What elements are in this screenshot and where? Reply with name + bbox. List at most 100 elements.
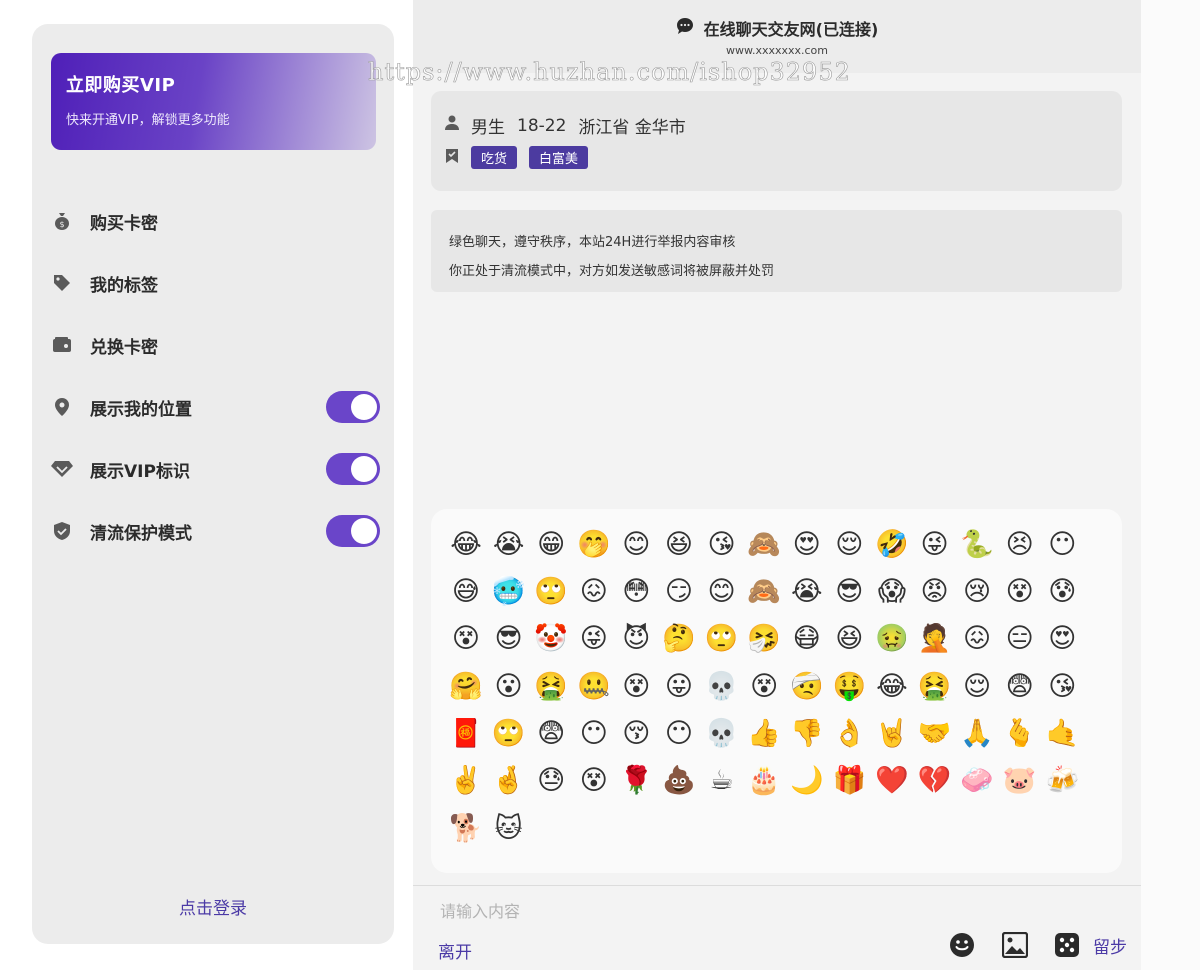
- emoji-item[interactable]: 🤡: [534, 622, 568, 656]
- emoji-item[interactable]: 🤔: [662, 622, 696, 656]
- emoji-item[interactable]: 🙈: [747, 527, 781, 561]
- emoji-item[interactable]: 😛: [662, 669, 696, 703]
- emoji-item[interactable]: 😏: [662, 574, 696, 608]
- emoji-item[interactable]: 🍻: [1045, 764, 1080, 798]
- emoji-item[interactable]: 😭: [492, 527, 526, 561]
- emoji-item[interactable]: 😌: [832, 527, 866, 561]
- emoji-item[interactable]: 😷: [790, 622, 824, 656]
- emoji-item[interactable]: 😖: [960, 622, 994, 656]
- show-vip-badge-toggle[interactable]: [326, 453, 380, 485]
- emoji-item[interactable]: 😮: [492, 669, 526, 703]
- emoji-item[interactable]: 👎: [790, 717, 824, 751]
- emoji-item[interactable]: 🤢: [875, 622, 909, 656]
- emoji-item[interactable]: ❤️: [875, 764, 909, 798]
- emoji-item[interactable]: 😊: [705, 574, 739, 608]
- emoji-item[interactable]: 🧼: [960, 764, 994, 798]
- emoji-item[interactable]: 👌: [832, 717, 867, 751]
- emoji-item[interactable]: 🤦: [918, 622, 952, 656]
- emoji-item[interactable]: 🐱: [492, 811, 526, 845]
- emoji-item[interactable]: 🤘: [875, 717, 909, 751]
- emoji-item[interactable]: 🤮: [534, 669, 568, 703]
- emoji-item[interactable]: 🌙: [790, 764, 824, 798]
- emoji-item[interactable]: ☕: [705, 764, 739, 798]
- menu-item-redeem-card[interactable]: 兑换卡密: [50, 314, 380, 376]
- emoji-item[interactable]: 💀: [705, 669, 739, 703]
- emoji-item[interactable]: 😜: [577, 622, 611, 656]
- emoji-item[interactable]: 😶: [1045, 527, 1079, 561]
- emoji-item[interactable]: 😍: [790, 527, 824, 561]
- clean-mode-toggle[interactable]: [326, 515, 380, 547]
- emoji-item[interactable]: 😎: [492, 622, 526, 656]
- emoji-item[interactable]: 🤑: [832, 669, 867, 703]
- emoji-item[interactable]: 😍: [1045, 622, 1079, 656]
- emoji-item[interactable]: 😢: [960, 574, 994, 608]
- emoji-item[interactable]: 🤞: [492, 764, 526, 798]
- emoji-item[interactable]: 😱: [875, 574, 909, 608]
- emoji-item[interactable]: 😵: [747, 669, 781, 703]
- stay-button[interactable]: 留步: [1093, 933, 1127, 958]
- emoji-item[interactable]: 🙏: [960, 717, 994, 751]
- emoji-item[interactable]: 🌹: [619, 764, 654, 798]
- emoji-item[interactable]: 😨: [1003, 669, 1037, 703]
- image-upload-icon[interactable]: [1001, 931, 1029, 959]
- emoji-item[interactable]: 👍: [747, 717, 781, 751]
- login-link[interactable]: 点击登录: [32, 894, 394, 919]
- emoji-item[interactable]: 💩: [662, 764, 696, 798]
- emoji-item[interactable]: 🐷: [1003, 764, 1037, 798]
- emoji-item[interactable]: 😈: [619, 622, 653, 656]
- emoji-item[interactable]: 😵: [449, 622, 483, 656]
- buy-vip-card[interactable]: 立即购买VIP 快来开通VIP，解锁更多功能: [51, 53, 376, 150]
- emoji-item[interactable]: 🐍: [960, 527, 994, 561]
- emoji-item[interactable]: 🤕: [790, 669, 824, 703]
- emoji-item[interactable]: 😓: [534, 764, 568, 798]
- menu-item-my-tags[interactable]: 我的标签: [50, 252, 380, 314]
- emoji-item[interactable]: 🎁: [832, 764, 867, 798]
- emoji-item[interactable]: 😰: [1045, 574, 1079, 608]
- emoji-item[interactable]: 🤝: [918, 717, 952, 751]
- dice-icon[interactable]: [1054, 932, 1080, 958]
- emoji-item[interactable]: 🙄: [705, 622, 739, 656]
- emoji-item[interactable]: 😡: [918, 574, 952, 608]
- emoji-item[interactable]: 🧧: [449, 717, 483, 751]
- message-input[interactable]: [440, 902, 1040, 921]
- emoji-item[interactable]: 😣: [1003, 527, 1037, 561]
- emoji-item[interactable]: 😑: [1003, 622, 1037, 656]
- emoji-item[interactable]: 😨: [534, 717, 568, 751]
- emoji-item[interactable]: 🤙: [1045, 717, 1080, 751]
- emoji-item[interactable]: 🐕: [449, 811, 483, 845]
- emoji-item[interactable]: 😵: [619, 669, 653, 703]
- emoji-item[interactable]: 😭: [790, 574, 824, 608]
- emoji-item[interactable]: 😌: [960, 669, 994, 703]
- emoji-item[interactable]: 😶: [662, 717, 696, 751]
- emoji-item[interactable]: 😁: [534, 527, 568, 561]
- emoji-item[interactable]: 😘: [1045, 669, 1079, 703]
- emoji-item[interactable]: 😂: [449, 527, 483, 561]
- emoji-item[interactable]: 😳: [619, 574, 653, 608]
- emoji-item[interactable]: 🤭: [577, 527, 611, 561]
- emoji-item[interactable]: 🤣: [875, 527, 909, 561]
- emoji-item[interactable]: 😚: [619, 717, 653, 751]
- emoji-item[interactable]: 🎂: [747, 764, 781, 798]
- emoji-item[interactable]: 😅: [449, 574, 483, 608]
- emoji-item[interactable]: ✌️: [449, 764, 483, 798]
- emoji-item[interactable]: 😖: [577, 574, 611, 608]
- emoji-item[interactable]: 🤧: [747, 622, 781, 656]
- emoji-item[interactable]: 😊: [619, 527, 653, 561]
- menu-item-buy-card[interactable]: $ 购买卡密: [50, 190, 380, 252]
- emoji-item[interactable]: 😶: [577, 717, 611, 751]
- emoji-item[interactable]: 😂: [875, 669, 909, 703]
- emoji-item[interactable]: 🫰: [1003, 717, 1037, 751]
- show-location-toggle[interactable]: [326, 391, 380, 423]
- emoji-toggle-icon[interactable]: [949, 932, 975, 958]
- emoji-item[interactable]: 😘: [705, 527, 739, 561]
- emoji-item[interactable]: 🙈: [747, 574, 781, 608]
- emoji-item[interactable]: 🙄: [492, 717, 526, 751]
- emoji-item[interactable]: 😵: [577, 764, 611, 798]
- emoji-item[interactable]: 🤗: [449, 669, 483, 703]
- emoji-item[interactable]: 🤮: [918, 669, 952, 703]
- emoji-item[interactable]: 🙄: [534, 574, 568, 608]
- emoji-item[interactable]: 💔: [918, 764, 952, 798]
- emoji-item[interactable]: 🥶: [492, 574, 526, 608]
- emoji-item[interactable]: 😆: [662, 527, 696, 561]
- emoji-item[interactable]: 😜: [918, 527, 952, 561]
